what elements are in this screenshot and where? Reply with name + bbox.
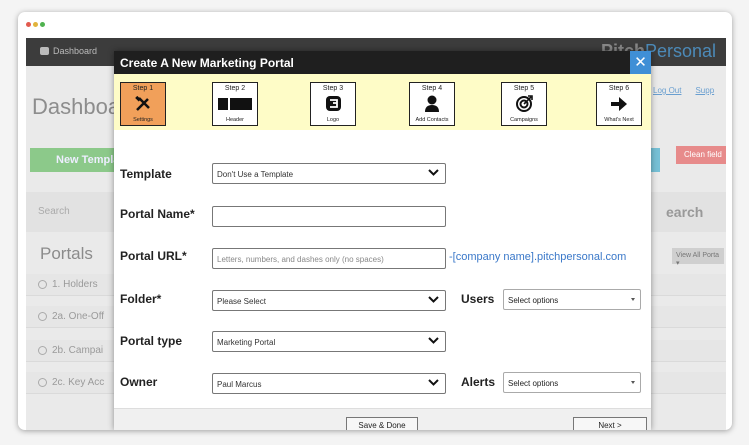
logout-link[interactable]: Log Out: [653, 86, 681, 95]
step-name: Step 2: [224, 85, 246, 92]
save-done-button[interactable]: Save & Done: [346, 417, 418, 430]
play-icon: [38, 280, 47, 289]
step-campaigns[interactable]: Step 5 Campaigns: [501, 82, 547, 126]
nav-dashboard-label: Dashboard: [53, 46, 98, 56]
portal-name-input[interactable]: [212, 206, 446, 227]
search-input[interactable]: Search: [38, 206, 70, 217]
play-icon: [38, 312, 47, 321]
portal-url-label: Portal URL*: [120, 249, 187, 263]
folder-value: Please Select: [217, 297, 266, 306]
chevron-down-icon: [428, 377, 439, 390]
search-heading: earch: [666, 204, 704, 220]
step-label: Logo: [326, 117, 340, 123]
folder-select[interactable]: Please Select: [212, 290, 446, 311]
window-titlebar: [18, 12, 732, 34]
portal-type-label: Portal type: [120, 334, 183, 348]
step-name: Step 1: [132, 85, 154, 92]
template-select[interactable]: Don't Use a Template: [212, 163, 446, 184]
owner-select[interactable]: Paul Marcus: [212, 373, 446, 394]
step-name: Step 6: [608, 85, 630, 92]
step-label: Add Contacts: [415, 117, 449, 123]
home-icon: [40, 47, 49, 55]
chevron-down-icon: [428, 294, 439, 307]
alerts-value: Select options: [508, 379, 559, 388]
step-name: Step 5: [513, 85, 535, 92]
browser-window: Dashboard PitchPersonal Log Out Supp Das…: [18, 12, 732, 430]
portal-type-select[interactable]: Marketing Portal: [212, 331, 446, 352]
close-window-icon[interactable]: [26, 22, 31, 27]
portal-row-label: 2c. Key Acc: [38, 377, 104, 388]
portal-row-label: 1. Holders: [38, 279, 98, 290]
alerts-label: Alerts: [461, 375, 496, 389]
arrow-right-icon: [597, 95, 641, 112]
modal-footer: Save & Done Next >: [114, 408, 651, 430]
header-icon: [213, 95, 257, 112]
step-settings[interactable]: Step 1 Settings: [120, 82, 166, 126]
portal-url-placeholder: Letters, numbers, and dashes only (no sp…: [217, 255, 384, 264]
step-name: Step 3: [322, 85, 344, 92]
support-link[interactable]: Supp: [695, 86, 714, 95]
step-add-contacts[interactable]: Step 4 Add Contacts: [409, 82, 455, 126]
portal-type-value: Marketing Portal: [217, 338, 276, 347]
step-label: Campaigns: [510, 117, 538, 123]
portal-row-text: 2b. Campai: [52, 345, 104, 356]
users-multiselect[interactable]: Select options: [503, 289, 641, 310]
view-all-portals-select[interactable]: View All Porta ▾: [672, 248, 724, 267]
owner-value: Paul Marcus: [217, 380, 262, 389]
view-all-label: View All Porta: [676, 252, 720, 259]
person-icon: [410, 95, 454, 112]
portal-row-label: 2a. One-Off: [38, 311, 104, 322]
step-logo[interactable]: Step 3 Logo: [310, 82, 356, 126]
portal-row-text: 2a. One-Off: [52, 311, 105, 322]
modal-header: Create A New Marketing Portal ✕: [114, 51, 651, 74]
account-links: Log Out Supp: [653, 86, 714, 95]
step-header[interactable]: Step 2 Header: [212, 82, 258, 126]
maximize-window-icon[interactable]: [40, 22, 45, 27]
nav-dashboard-link[interactable]: Dashboard: [40, 46, 97, 56]
template-value: Don't Use a Template: [217, 170, 294, 179]
step-whats-next[interactable]: Step 6 What's Next: [596, 82, 642, 126]
chevron-down-icon: [428, 167, 439, 180]
users-label: Users: [461, 292, 495, 306]
folder-label: Folder*: [120, 292, 162, 306]
logo-icon: [311, 95, 355, 112]
portal-url-suffix: -[company name].pitchpersonal.com: [449, 251, 627, 263]
next-button[interactable]: Next >: [573, 417, 647, 430]
portal-row-text: 2c. Key Acc: [52, 377, 105, 388]
portal-row-label: 2b. Campai: [38, 345, 103, 356]
caret-down-icon: [631, 298, 635, 301]
modal-title: Create A New Marketing Portal: [120, 56, 294, 70]
page-title: Dashboa: [32, 94, 121, 119]
step-name: Step 4: [421, 85, 443, 92]
portal-name-label: Portal Name*: [120, 207, 195, 221]
wizard-steps: Step 1 Settings Step 2 Header Step 3 Log…: [114, 74, 651, 130]
chevron-down-icon: [428, 335, 439, 348]
step-label: What's Next: [604, 117, 634, 123]
tools-icon: [121, 95, 165, 112]
step-label: Settings: [133, 117, 153, 123]
template-label: Template: [120, 167, 172, 181]
portal-row-text: 1. Holders: [52, 279, 98, 290]
create-portal-modal: Create A New Marketing Portal ✕ Step 1 S…: [114, 51, 651, 430]
minimize-window-icon[interactable]: [33, 22, 38, 27]
play-icon: [38, 346, 47, 355]
step-label: Header: [225, 117, 245, 123]
alerts-multiselect[interactable]: Select options: [503, 372, 641, 393]
target-icon: [502, 95, 546, 112]
users-value: Select options: [508, 296, 559, 305]
portal-url-input[interactable]: Letters, numbers, and dashes only (no sp…: [212, 248, 446, 269]
caret-down-icon: [631, 381, 635, 384]
close-icon[interactable]: ✕: [630, 51, 651, 74]
clean-fields-button[interactable]: Clean field: [676, 146, 726, 164]
play-icon: [38, 378, 47, 387]
owner-label: Owner: [120, 375, 158, 389]
brand-part2: Personal: [644, 41, 716, 61]
portals-heading: Portals: [40, 244, 93, 263]
